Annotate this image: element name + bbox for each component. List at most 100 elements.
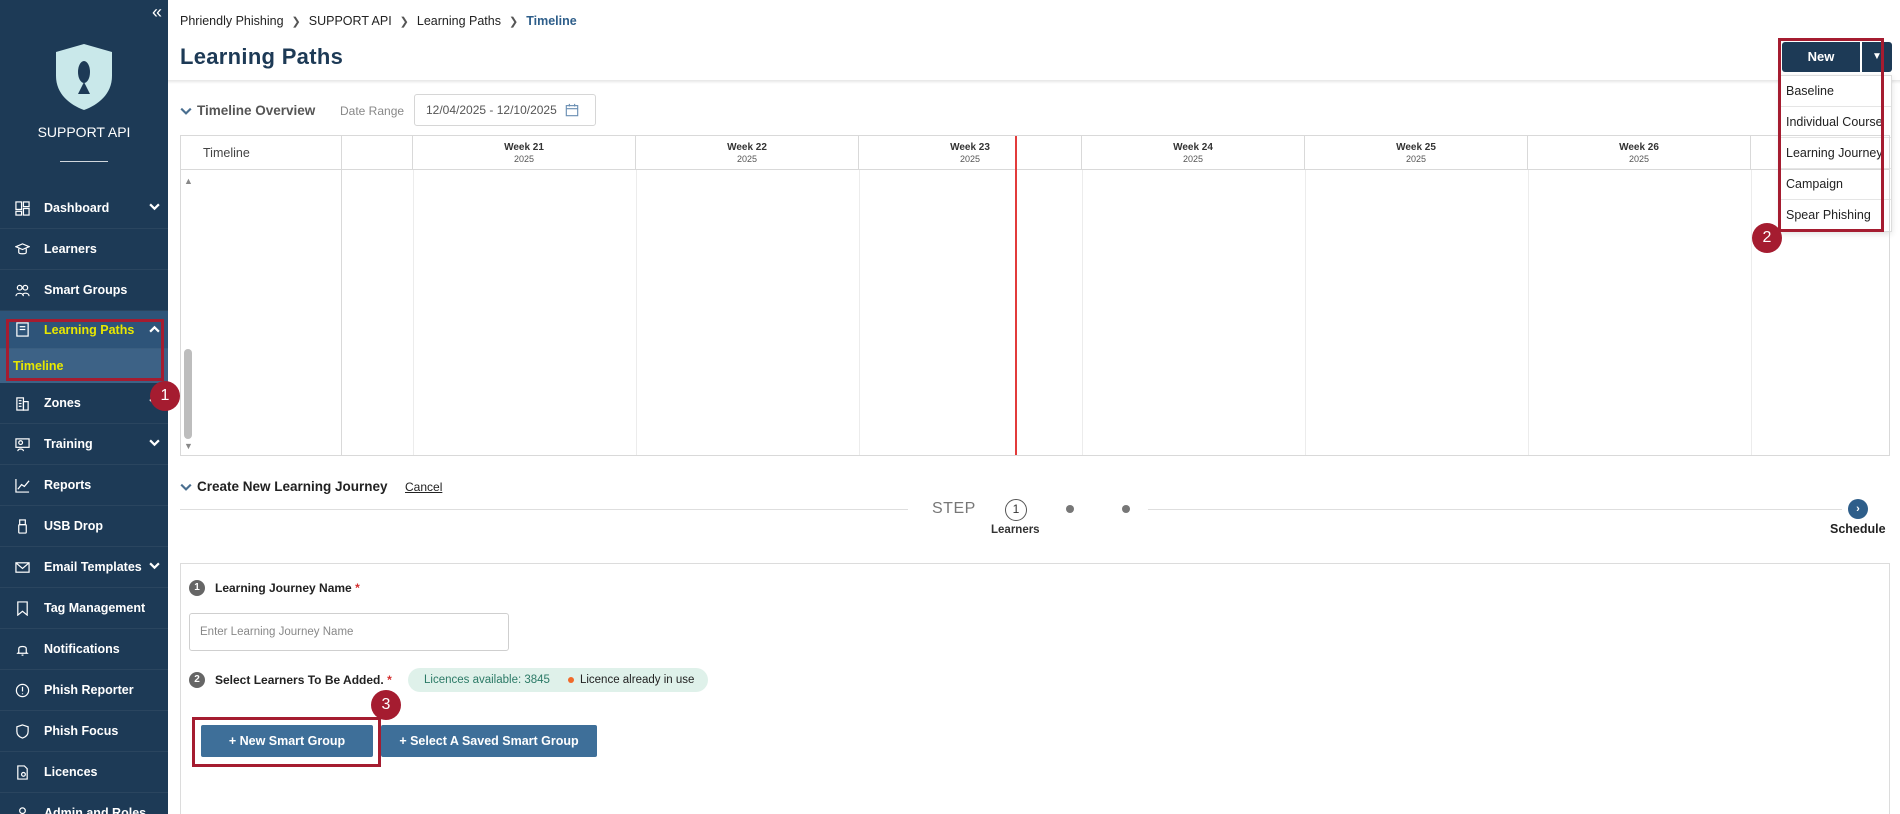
- sidebar-item-tag-management[interactable]: Tag Management: [0, 588, 168, 629]
- licence-icon: [14, 764, 30, 780]
- sidebar: « SUPPORT API Dashboard Learners Smart G…: [0, 0, 168, 814]
- section-heading: Create New Learning Journey: [197, 479, 388, 494]
- step-label: STEP: [932, 500, 976, 517]
- collapse-sidebar-icon[interactable]: «: [152, 2, 162, 23]
- sidebar-item-usb-drop[interactable]: USB Drop: [0, 506, 168, 547]
- sidebar-item-label: USB Drop: [44, 519, 104, 533]
- required-marker: *: [355, 581, 360, 595]
- envelope-icon: [14, 559, 30, 575]
- breadcrumb-item[interactable]: SUPPORT API: [309, 14, 392, 28]
- grid-line: [1751, 170, 1752, 455]
- create-journey-toggle[interactable]: Create New Learning Journey: [180, 479, 388, 494]
- legend-dot-icon: [567, 677, 574, 683]
- sidebar-item-label: Notifications: [44, 642, 120, 656]
- sidebar-item-reports[interactable]: Reports: [0, 465, 168, 506]
- sidebar-item-learners[interactable]: Learners: [0, 229, 168, 270]
- timeline-header-spacer: [342, 136, 413, 170]
- field-number-badge: 1: [189, 580, 205, 596]
- week-header: Week 22 2025: [636, 136, 859, 170]
- week-year: 2025: [736, 154, 758, 164]
- week-label: Week 26: [1619, 142, 1659, 153]
- schedule-step-name: Schedule: [1830, 522, 1886, 536]
- header-divider: [168, 80, 1900, 84]
- users-icon: [14, 282, 30, 298]
- scrollbar-thumb[interactable]: [184, 349, 192, 439]
- week-header: Week 23 2025: [859, 136, 1082, 170]
- highlight-box: [6, 319, 164, 381]
- field-label-text: Learning Journey Name: [215, 581, 352, 595]
- timeline-grid: Timeline Week 21 2025 Week 22 2025 Week …: [180, 135, 1890, 456]
- sidebar-item-phish-focus[interactable]: Phish Focus: [0, 711, 168, 752]
- chevron-right-icon: ❯: [508, 15, 519, 28]
- sidebar-item-label: Tag Management: [44, 601, 146, 615]
- chevron-down-icon: [149, 560, 160, 574]
- sidebar-item-label: Learners: [44, 242, 97, 256]
- sidebar-item-label: Email Templates: [44, 560, 142, 574]
- sidebar-item-label: Reports: [44, 478, 92, 492]
- sidebar-item-email-templates[interactable]: Email Templates: [0, 547, 168, 588]
- breadcrumb-item[interactable]: Learning Paths: [417, 14, 501, 28]
- date-range-input[interactable]: 12/04/2025 - 12/10/2025: [414, 94, 596, 126]
- scroll-up-icon[interactable]: ▲: [184, 176, 193, 186]
- sidebar-item-zones[interactable]: Zones: [0, 383, 168, 424]
- chevron-right-icon: ❯: [291, 15, 301, 28]
- section-heading: Timeline Overview: [197, 103, 316, 118]
- step-3-indicator[interactable]: [1122, 505, 1130, 513]
- annotation-marker: 3: [371, 690, 401, 720]
- timeline-overview-toggle[interactable]: Timeline Overview: [180, 103, 315, 118]
- chart-icon: [14, 477, 30, 493]
- sidebar-item-notifications[interactable]: Notifications: [0, 629, 168, 670]
- sidebar-item-label: Admin and Roles: [44, 806, 147, 814]
- sidebar-item-dashboard[interactable]: Dashboard: [0, 188, 168, 229]
- sidebar-item-licences[interactable]: Licences: [0, 752, 168, 793]
- chevron-down-icon: [149, 437, 160, 451]
- week-year: 2025: [959, 154, 981, 164]
- sidebar-item-label: Dashboard: [44, 201, 110, 215]
- week-header: Week 25 2025: [1305, 136, 1528, 170]
- sidebar-item-phish-reporter[interactable]: Phish Reporter: [0, 670, 168, 711]
- sidebar-item-label: Zones: [44, 396, 81, 410]
- chevron-down-icon: [149, 201, 160, 215]
- journey-name-input[interactable]: [189, 613, 509, 651]
- date-range-label: Date Range: [340, 104, 405, 118]
- scroll-down-icon[interactable]: ▼: [184, 441, 193, 451]
- select-saved-smart-group-button[interactable]: + Select A Saved Smart Group: [381, 725, 597, 757]
- sidebar-item-label: Phish Focus: [44, 724, 119, 738]
- grid-line: [636, 170, 637, 455]
- schedule-step-icon[interactable]: ›: [1848, 499, 1868, 519]
- week-header: Week 24 2025: [1082, 136, 1305, 170]
- timeline-rows-panel: [181, 170, 342, 455]
- step-2-indicator[interactable]: [1066, 505, 1074, 513]
- sidebar-item-admin-and-roles[interactable]: Admin and Roles: [0, 793, 168, 814]
- annotation-marker: 2: [1752, 223, 1782, 253]
- highlight-box: [192, 717, 381, 767]
- grid-line: [1305, 170, 1306, 455]
- cancel-link[interactable]: Cancel: [405, 480, 442, 494]
- timeline-column-header: Timeline: [181, 136, 342, 170]
- field-label-text: Select Learners To Be Added.: [215, 673, 384, 687]
- week-header: Week 26 2025: [1528, 136, 1751, 170]
- grid-line: [859, 170, 860, 455]
- sidebar-nav: Dashboard Learners Smart Groups Learning…: [0, 188, 168, 814]
- breadcrumb-current: Timeline: [526, 14, 577, 28]
- breadcrumb: Phriendly Phishing ❯ SUPPORT API ❯ Learn…: [180, 14, 577, 28]
- licence-in-use-text: Licence already in use: [579, 674, 695, 686]
- licence-in-use-legend: Licence already in use: [567, 674, 695, 686]
- week-label: Week 22: [727, 142, 767, 153]
- journey-name-label: Learning Journey Name *: [215, 581, 360, 595]
- learners-icon: [14, 241, 30, 257]
- licence-status-badge: Licences available: 3845 Licence already…: [408, 668, 709, 692]
- page-title: Learning Paths: [180, 44, 344, 69]
- alert-icon: [14, 682, 30, 698]
- breadcrumb-item[interactable]: Phriendly Phishing: [180, 14, 284, 28]
- grid-line: [1528, 170, 1529, 455]
- building-icon: [14, 395, 30, 411]
- admin-icon: [14, 805, 30, 814]
- sidebar-item-smart-groups[interactable]: Smart Groups: [0, 270, 168, 311]
- step-1-indicator[interactable]: 1: [1005, 499, 1027, 521]
- chevron-down-icon: [180, 483, 192, 491]
- sidebar-item-label: Licences: [44, 765, 98, 779]
- sidebar-item-training[interactable]: Training: [0, 424, 168, 465]
- training-icon: [14, 436, 30, 452]
- required-marker: *: [387, 673, 392, 687]
